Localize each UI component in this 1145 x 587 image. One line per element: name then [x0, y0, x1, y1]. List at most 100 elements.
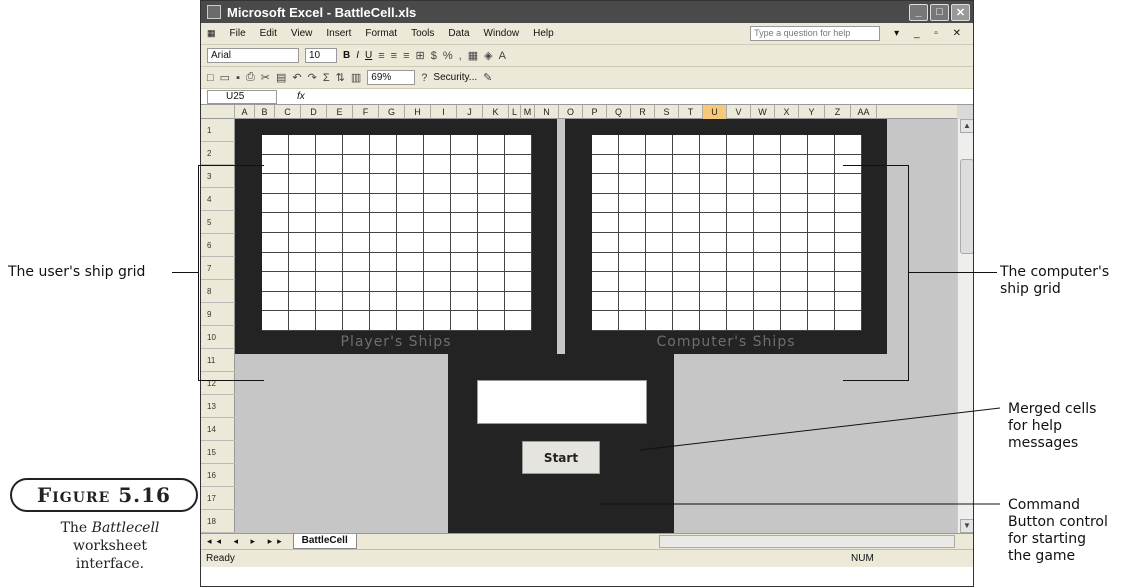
underline-button[interactable]: U: [365, 50, 372, 61]
board-cell[interactable]: [700, 174, 727, 194]
board-cell[interactable]: [673, 233, 700, 253]
board-cell[interactable]: [808, 233, 835, 253]
board-cell[interactable]: [397, 135, 424, 155]
start-button[interactable]: Start: [522, 441, 600, 474]
board-cell[interactable]: [397, 233, 424, 253]
board-cell[interactable]: [289, 272, 316, 292]
board-cell[interactable]: [835, 135, 862, 155]
board-cell[interactable]: [262, 135, 289, 155]
column-header[interactable]: N: [535, 105, 559, 119]
column-header[interactable]: Y: [799, 105, 825, 119]
redo-icon[interactable]: ↷: [308, 71, 317, 84]
board-cell[interactable]: [424, 135, 451, 155]
board-cell[interactable]: [592, 252, 619, 273]
board-cell[interactable]: [646, 213, 673, 233]
percent-icon[interactable]: %: [443, 50, 453, 62]
sort-icon[interactable]: ⇅: [336, 71, 345, 84]
align-left-icon[interactable]: ≡: [378, 50, 384, 62]
column-header[interactable]: W: [751, 105, 775, 119]
menu-data[interactable]: Data: [448, 28, 469, 39]
board-cell[interactable]: [700, 272, 727, 292]
board-cell[interactable]: [397, 311, 424, 331]
board-cell[interactable]: [754, 252, 781, 273]
scroll-down-icon[interactable]: ▼: [960, 519, 973, 533]
board-cell[interactable]: [808, 174, 835, 194]
print-icon[interactable]: ⎙: [246, 71, 255, 84]
board-cell[interactable]: [619, 193, 646, 214]
board-cell[interactable]: [754, 272, 781, 292]
column-header[interactable]: R: [631, 105, 655, 119]
board-cell[interactable]: [673, 174, 700, 194]
row-header[interactable]: 15: [201, 441, 235, 464]
fx-icon[interactable]: fx: [297, 91, 305, 102]
align-center-icon[interactable]: ≡: [391, 50, 397, 62]
row-header[interactable]: 14: [201, 418, 235, 441]
board-cell[interactable]: [289, 154, 316, 175]
board-cell[interactable]: [646, 233, 673, 253]
board-cell[interactable]: [478, 311, 505, 331]
menu-help[interactable]: Help: [533, 28, 554, 39]
column-header[interactable]: L: [509, 105, 521, 119]
row-header[interactable]: 16: [201, 464, 235, 487]
board-cell[interactable]: [262, 291, 289, 312]
row-header[interactable]: 17: [201, 487, 235, 510]
board-cell[interactable]: [478, 272, 505, 292]
currency-icon[interactable]: $: [431, 50, 437, 62]
save-icon[interactable]: ▪: [236, 72, 240, 84]
board-cell[interactable]: [316, 252, 343, 273]
board-cell[interactable]: [781, 233, 808, 253]
merge-center-icon[interactable]: ⊞: [416, 49, 425, 62]
board-cell[interactable]: [781, 174, 808, 194]
board-cell[interactable]: [451, 233, 478, 253]
column-header[interactable]: V: [727, 105, 751, 119]
select-all-corner[interactable]: [201, 105, 235, 119]
board-cell[interactable]: [262, 213, 289, 233]
board-cell[interactable]: [754, 311, 781, 331]
board-cell[interactable]: [451, 213, 478, 233]
column-header[interactable]: Q: [607, 105, 631, 119]
board-cell[interactable]: [262, 233, 289, 253]
column-header[interactable]: O: [559, 105, 583, 119]
board-cell[interactable]: [397, 174, 424, 194]
board-cell[interactable]: [808, 193, 835, 214]
board-cell[interactable]: [343, 135, 370, 155]
board-cell[interactable]: [505, 213, 532, 233]
column-header[interactable]: B: [255, 105, 275, 119]
ask-question-input[interactable]: Type a question for help: [750, 26, 881, 41]
board-cell[interactable]: [343, 272, 370, 292]
board-cell[interactable]: [289, 233, 316, 253]
board-cell[interactable]: [370, 291, 397, 312]
column-header[interactable]: D: [301, 105, 327, 119]
help-icon[interactable]: ?: [421, 72, 427, 84]
board-cell[interactable]: [370, 311, 397, 331]
font-size-select[interactable]: 10: [305, 48, 337, 63]
board-cell[interactable]: [397, 193, 424, 214]
italic-button[interactable]: I: [356, 50, 359, 61]
minimize-button[interactable]: _: [909, 3, 928, 21]
board-cell[interactable]: [316, 233, 343, 253]
board-cell[interactable]: [646, 291, 673, 312]
board-cell[interactable]: [370, 272, 397, 292]
bold-button[interactable]: B: [343, 50, 350, 61]
row-header[interactable]: 13: [201, 395, 235, 418]
column-header[interactable]: K: [483, 105, 509, 119]
board-cell[interactable]: [424, 291, 451, 312]
horizontal-scrollbar[interactable]: [659, 535, 955, 548]
board-cell[interactable]: [424, 154, 451, 175]
font-name-select[interactable]: Arial: [207, 48, 299, 63]
column-header[interactable]: U: [703, 105, 727, 119]
board-cell[interactable]: [592, 193, 619, 214]
font-color-icon[interactable]: A: [499, 50, 506, 62]
board-cell[interactable]: [478, 174, 505, 194]
board-cell[interactable]: [727, 252, 754, 273]
board-cell[interactable]: [808, 154, 835, 175]
board-cell[interactable]: [316, 272, 343, 292]
board-cell[interactable]: [370, 174, 397, 194]
row-header[interactable]: 18: [201, 510, 235, 533]
board-cell[interactable]: [727, 291, 754, 312]
board-cell[interactable]: [370, 193, 397, 214]
menu-insert[interactable]: Insert: [326, 28, 351, 39]
board-cell[interactable]: [673, 213, 700, 233]
board-cell[interactable]: [451, 174, 478, 194]
board-cell[interactable]: [808, 135, 835, 155]
